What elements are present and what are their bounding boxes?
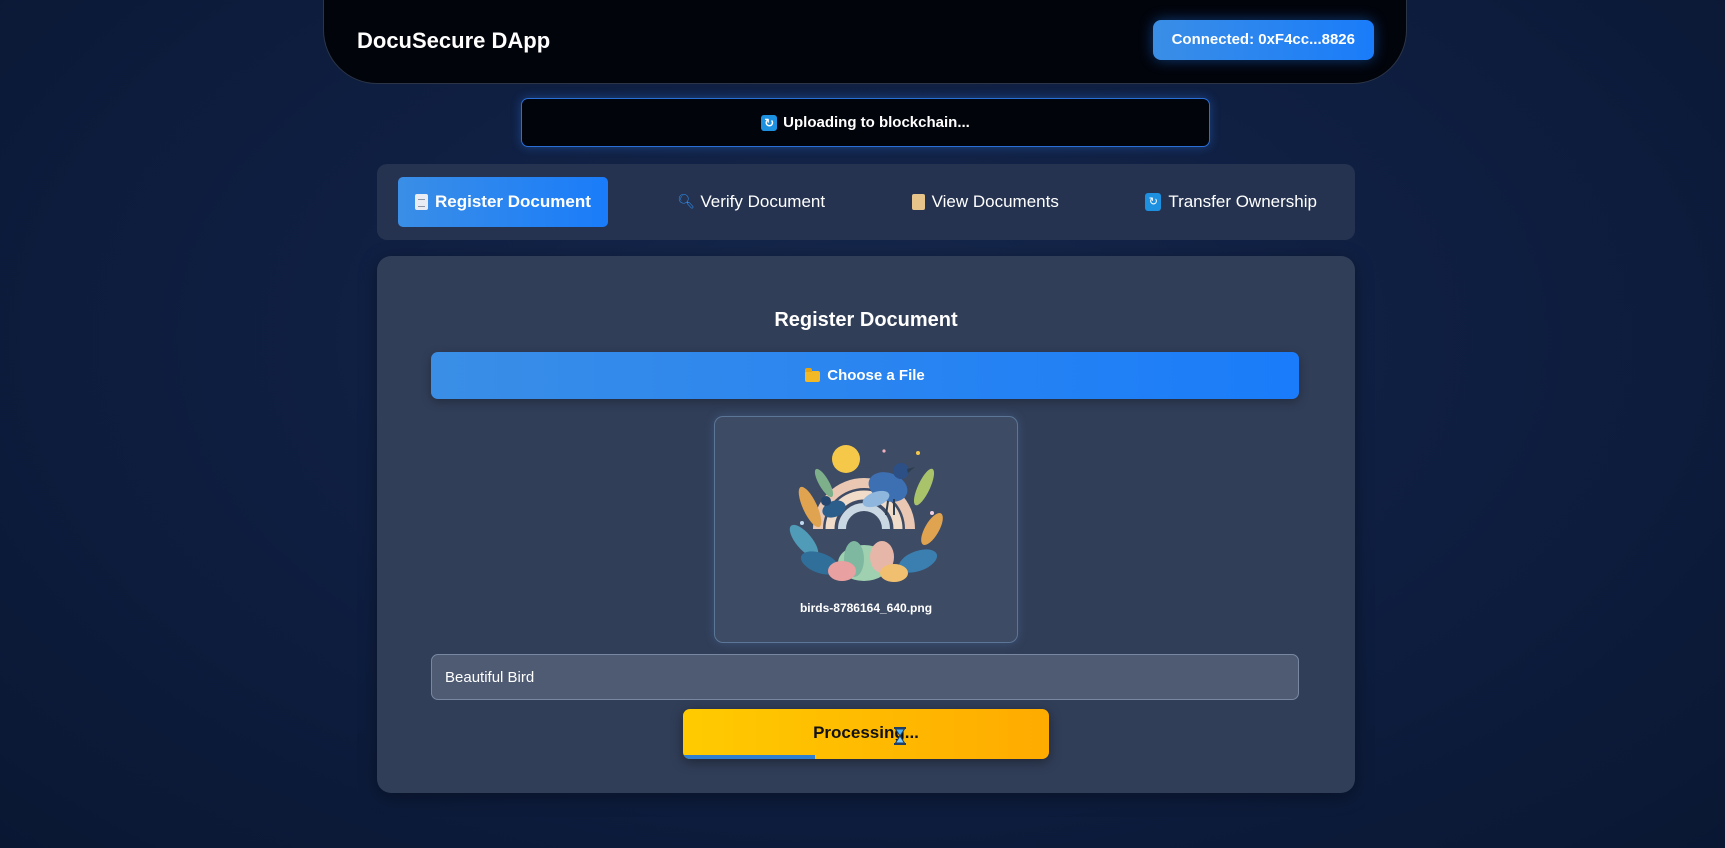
tab-label: Transfer Ownership: [1168, 192, 1317, 211]
description-field[interactable]: [431, 654, 1299, 700]
page-icon: [415, 194, 428, 210]
wallet-connect-button[interactable]: Connected: 0xF4cc...8826: [1152, 20, 1374, 60]
choose-file-button[interactable]: Choose a File: [431, 352, 1299, 399]
tab-transfer-ownership[interactable]: ↻ Transfer Ownership: [1128, 177, 1334, 227]
tab-label: Verify Document: [700, 192, 826, 211]
register-submit-button[interactable]: Processing...: [683, 709, 1049, 759]
bird-illustration-image: [789, 445, 943, 582]
register-document-card: Register Document Choose a File birds-87…: [377, 256, 1355, 793]
tab-label: View Documents: [931, 192, 1059, 211]
app-header: DocuSecure DApp Connected: 0xF4cc...8826: [323, 0, 1407, 84]
status-text: Uploading to blockchain...: [783, 114, 970, 131]
file-preview: birds-8786164_640.png: [714, 416, 1018, 643]
tab-verify-document[interactable]: 🔍︎ Verify Document: [660, 177, 842, 227]
tab-register-document[interactable]: Register Document: [398, 177, 608, 227]
refresh-icon: ↻: [1145, 193, 1162, 211]
tab-view-documents[interactable]: View Documents: [895, 177, 1076, 227]
app-title: DocuSecure DApp: [357, 28, 551, 53]
status-bar: ↻ Uploading to blockchain...: [521, 98, 1210, 147]
choose-file-label: Choose a File: [827, 367, 925, 384]
hourglass-icon: [894, 727, 906, 745]
progress-fill: [683, 755, 815, 759]
submit-label: Processing...: [813, 723, 919, 742]
scroll-icon: [911, 194, 925, 210]
tab-label: Register Document: [435, 192, 591, 211]
progress-bar: [683, 755, 1049, 759]
form-title: Register Document: [774, 309, 958, 331]
magnifier-icon: 🔍︎: [677, 194, 696, 210]
refresh-icon: ↻: [761, 114, 778, 131]
tab-bar: Register Document 🔍︎ Verify Document Vie…: [377, 164, 1355, 240]
file-name: birds-8786164_640.png: [799, 601, 933, 615]
folder-icon: [805, 368, 821, 382]
